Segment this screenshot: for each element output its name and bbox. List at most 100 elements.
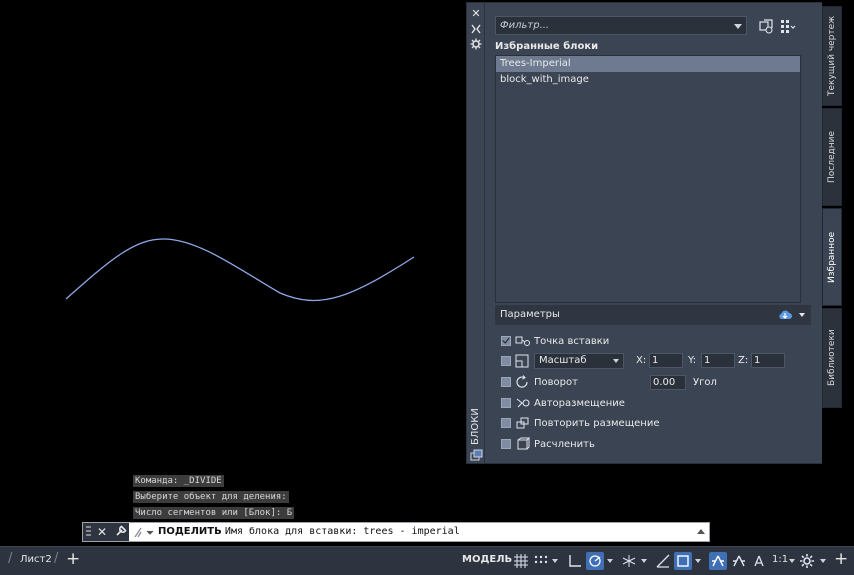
tab-recent[interactable]: Последние: [822, 108, 842, 206]
palette-body: Фильтр... Избранные блоки Trees-Imperial…: [486, 3, 822, 463]
x-label: X:: [636, 355, 647, 366]
scale-icon: [515, 354, 529, 368]
chevron-down-icon[interactable]: [607, 559, 613, 563]
command-prompt-icon[interactable]: [133, 526, 155, 539]
rotate-icon: [516, 375, 528, 388]
command-prompt: Имя блока для вставки: trees - imperial: [224, 526, 460, 537]
list-item[interactable]: Trees-Imperial: [496, 56, 800, 72]
z-scale-input[interactable]: 1: [751, 353, 785, 368]
chevron-down-icon[interactable]: [641, 559, 647, 563]
blocks-palette-icon: [470, 449, 483, 461]
divider: /: [54, 551, 59, 566]
command-text: ПОДЕЛИТЬ Имя блока для вставки: trees - …: [158, 526, 460, 537]
palette-title-strip: ✕ БЛОКИ: [467, 3, 485, 463]
repeat-label: Повторить размещение: [534, 417, 660, 429]
spline-path[interactable]: [65, 238, 415, 302]
y-scale-input[interactable]: 1: [701, 353, 735, 368]
autoplace-checkbox[interactable]: [501, 398, 511, 408]
insertion-point-row[interactable]: Точка вставки: [501, 333, 609, 349]
parameters-title: Параметры: [500, 309, 560, 320]
chevron-down-icon[interactable]: [820, 559, 826, 563]
palette-tabs: Текущий чертеж Последние Избранное Библи…: [822, 2, 842, 464]
polar-tracking-icon[interactable]: [586, 552, 604, 570]
isodraft-icon[interactable]: [620, 552, 638, 570]
cloud-sync-icon[interactable]: [777, 308, 793, 322]
spline-curve[interactable]: [0, 0, 466, 520]
chevron-down-icon[interactable]: [799, 313, 805, 317]
y-label: Y:: [688, 355, 697, 366]
scale-checkbox[interactable]: [501, 356, 511, 366]
command-history-line: Выберите объект для деления:: [133, 491, 289, 503]
autoscale-icon[interactable]: [730, 552, 748, 570]
blocks-palette: ✕ БЛОКИ Фильтр... Избранные блоки Trees-…: [466, 2, 822, 464]
chevron-down-icon[interactable]: [695, 559, 701, 563]
autohide-icon[interactable]: [470, 23, 482, 35]
snap-icon[interactable]: [532, 552, 550, 570]
explode-row[interactable]: Расчленить: [501, 436, 595, 452]
insertion-point-label: Точка вставки: [534, 335, 610, 347]
annotation-visibility-icon[interactable]: [709, 552, 727, 570]
repeat-checkbox[interactable]: [501, 418, 511, 428]
favorites-header: Избранные блоки: [495, 41, 599, 52]
autoplace-icon: [516, 398, 530, 408]
divider: /: [8, 551, 13, 566]
chevron-down-icon[interactable]: [789, 559, 795, 563]
object-snap-icon[interactable]: [674, 552, 692, 570]
grid-icon[interactable]: [512, 552, 530, 570]
close-icon[interactable]: ✕: [470, 8, 482, 20]
chevron-down-icon: [734, 24, 742, 29]
tab-layout[interactable]: Лист2: [20, 554, 52, 565]
filter-dropdown[interactable]: Фильтр...: [495, 16, 747, 35]
tab-libraries[interactable]: Библиотеки: [822, 308, 842, 408]
scale-combo[interactable]: Масштаб: [534, 353, 624, 369]
filter-toolbar: [758, 17, 796, 35]
properties-icon[interactable]: [470, 38, 482, 50]
angle-label: Угол: [693, 377, 717, 388]
wrench-icon[interactable]: [115, 524, 128, 540]
x-scale-input[interactable]: 1: [649, 353, 683, 368]
parameters-header[interactable]: Параметры: [495, 305, 811, 325]
list-item[interactable]: block_with_image: [496, 72, 800, 88]
chevron-down-icon[interactable]: [552, 559, 558, 563]
command-line-controls: ✕: [83, 523, 129, 541]
drag-handle[interactable]: [86, 526, 91, 538]
drawing-canvas[interactable]: [0, 0, 466, 520]
tab-current-drawing[interactable]: Текущий чертеж: [822, 6, 842, 106]
explode-label: Расчленить: [534, 438, 595, 450]
insert-block-icon[interactable]: [758, 18, 774, 34]
repeat-row[interactable]: Повторить размещение: [501, 415, 659, 431]
rotation-row: Поворот: [501, 374, 578, 390]
view-options-icon[interactable]: [780, 18, 796, 34]
explode-checkbox[interactable]: [501, 439, 511, 449]
parameters-panel: Параметры Точка вставки Масштаб X: 1 Y: …: [495, 305, 811, 459]
repeat-placement-icon: [516, 417, 529, 429]
close-icon[interactable]: ✕: [97, 525, 107, 539]
gear-icon[interactable]: [798, 552, 816, 570]
add-layout-icon[interactable]: +: [66, 549, 80, 569]
command-name: ПОДЕЛИТЬ: [158, 526, 222, 537]
palette-title: БЛОКИ: [470, 408, 481, 446]
rotation-label: Поворот: [534, 376, 578, 388]
z-label: Z:: [738, 355, 749, 366]
explode-icon: [517, 437, 531, 450]
model-space-button[interactable]: МОДЕЛЬ: [462, 554, 512, 565]
autoplace-label: Авторазмещение: [534, 397, 625, 409]
annotation-scale-icon[interactable]: [750, 552, 768, 570]
favorites-list[interactable]: Trees-Imperial block_with_image: [495, 55, 801, 303]
insertion-point-checkbox[interactable]: [501, 336, 511, 346]
command-line[interactable]: ✕ ПОДЕЛИТЬ Имя блока для вставки: trees …: [82, 522, 710, 542]
tab-favorites[interactable]: Избранное: [822, 208, 842, 306]
filter-placeholder: Фильтр...: [500, 20, 550, 31]
rotation-input[interactable]: 0.00: [650, 375, 686, 390]
customize-plus-icon[interactable]: +: [834, 549, 848, 569]
insertion-point-icon: [515, 336, 530, 346]
annotation-scale-value[interactable]: 1:1: [772, 554, 788, 565]
object-snap-tracking-icon[interactable]: [654, 552, 672, 570]
chevron-up-icon[interactable]: [697, 529, 705, 534]
rotation-checkbox[interactable]: [501, 377, 511, 387]
command-history-line: Число сегментов или [Блок]: Б: [133, 507, 295, 519]
autoplace-row[interactable]: Авторазмещение: [501, 395, 625, 411]
scale-row: Масштаб: [501, 353, 624, 369]
ortho-icon[interactable]: [566, 552, 584, 570]
command-history-line: Команда: _DIVIDE: [133, 475, 224, 487]
